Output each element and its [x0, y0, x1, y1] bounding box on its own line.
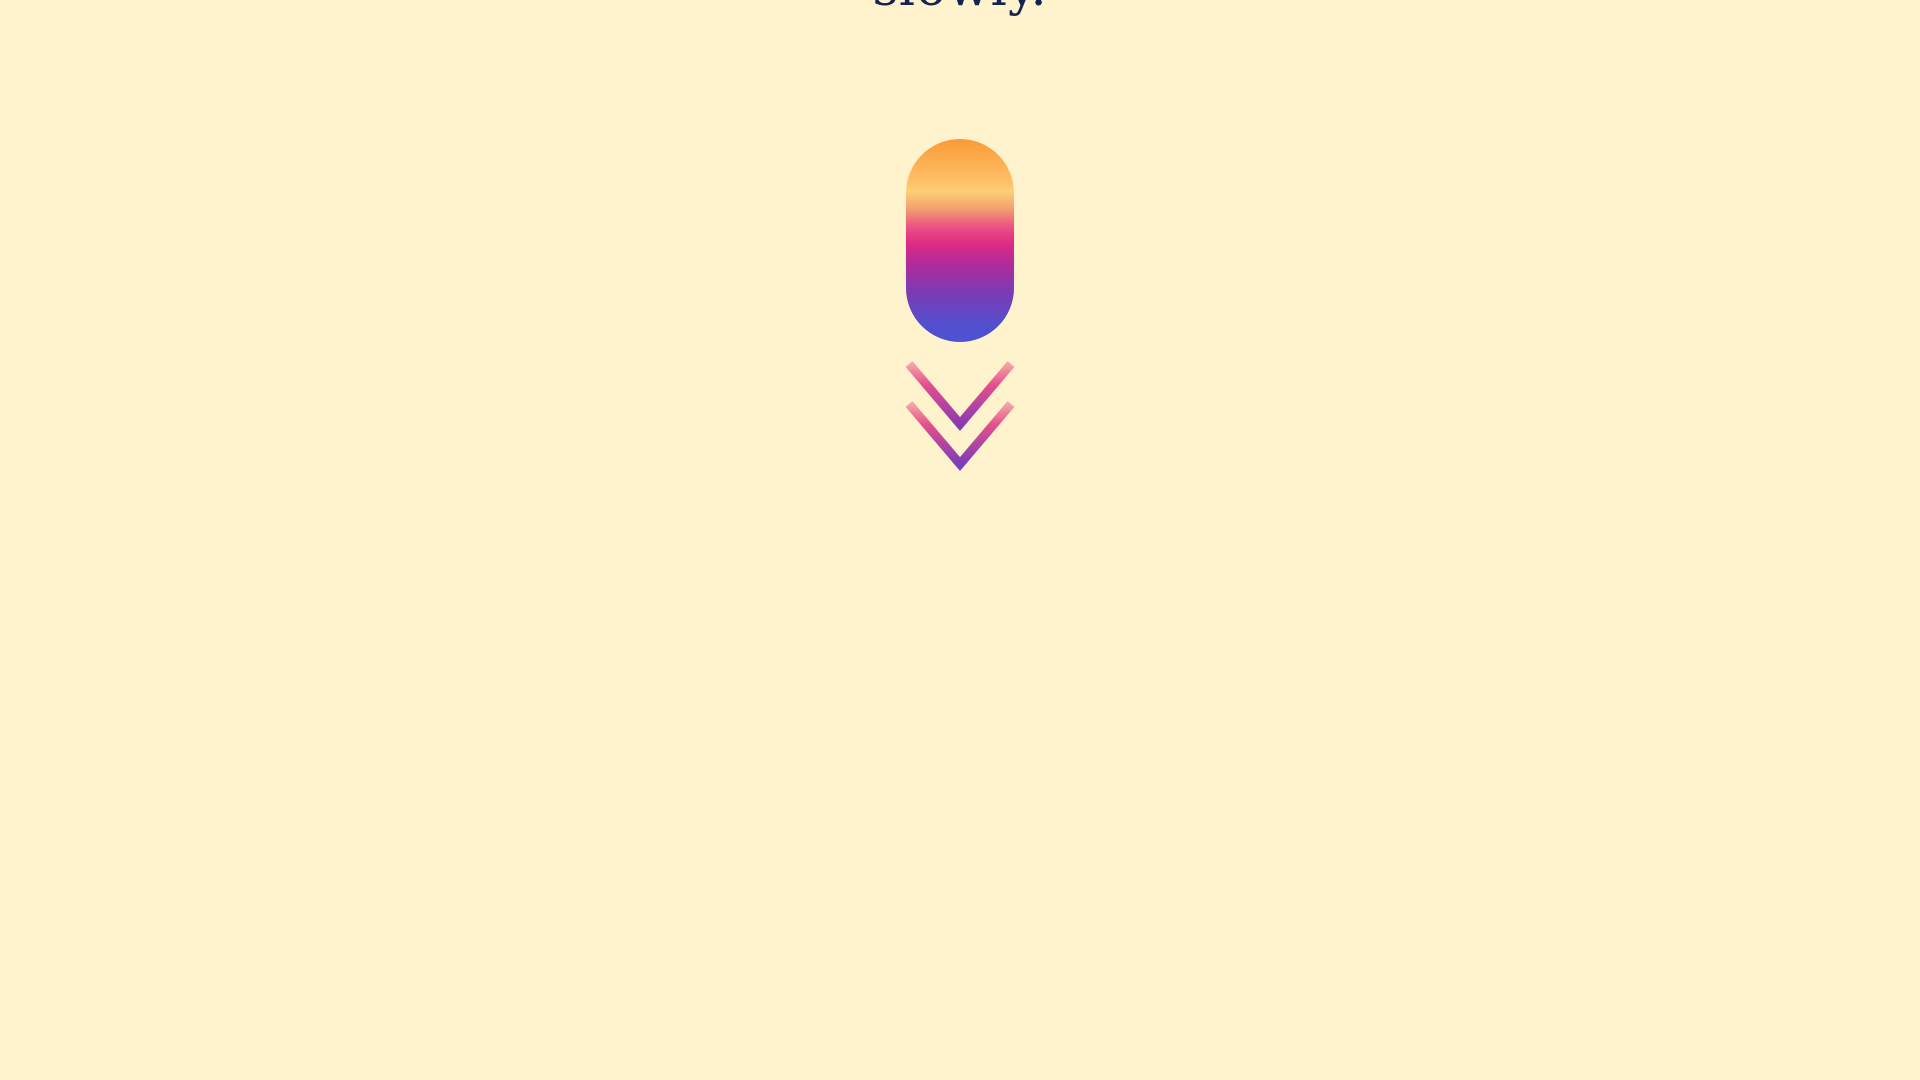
chevron-lower-icon — [905, 401, 1015, 471]
double-chevron-down-icon — [905, 361, 1015, 471]
chevron-upper-icon — [905, 361, 1015, 431]
scroll-down-indicator[interactable] — [905, 139, 1015, 475]
headline-text: slowly. — [0, 0, 1920, 18]
scroll-pill-icon — [906, 139, 1014, 342]
